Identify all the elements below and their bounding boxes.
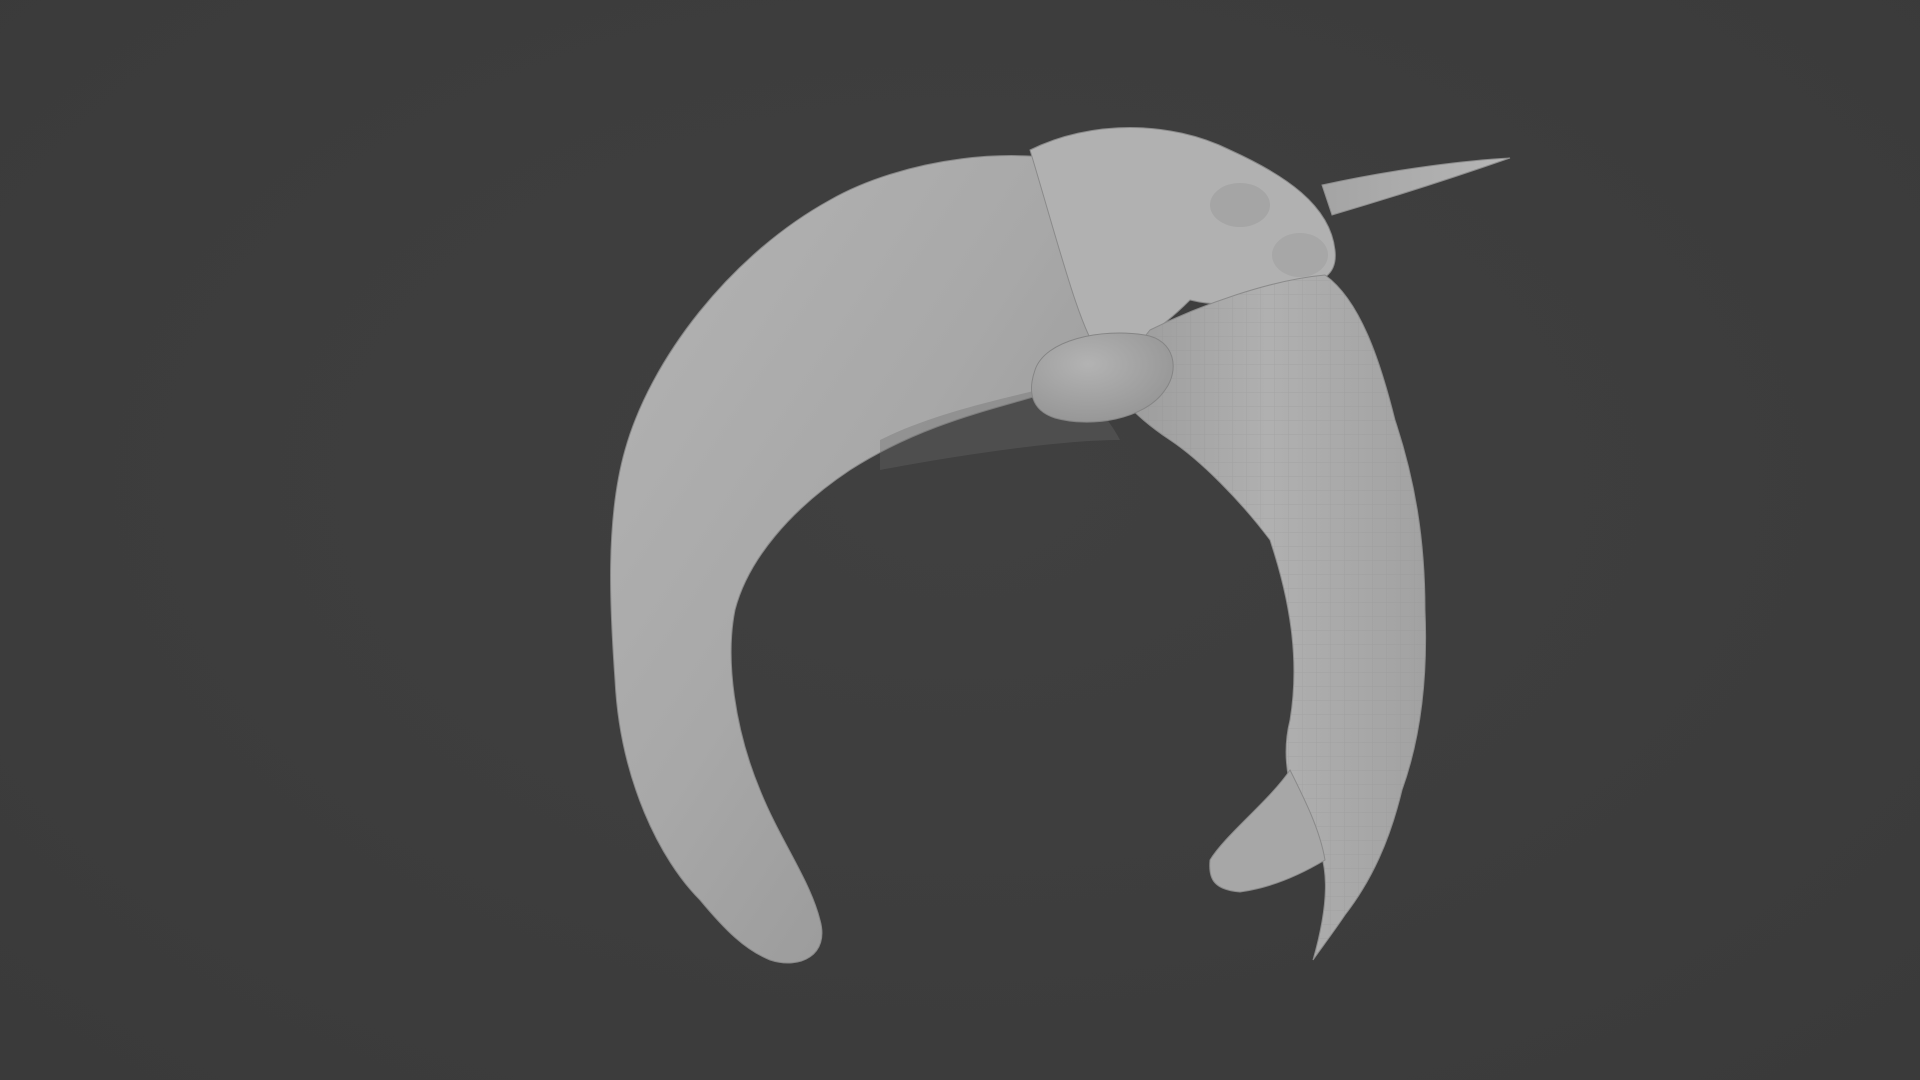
viewport-canvas[interactable] [0, 0, 1920, 1080]
narwhal-mouth-bulge [1272, 233, 1328, 277]
narwhal-body[interactable] [610, 155, 1141, 964]
narwhal-tusk[interactable] [1321, 157, 1511, 216]
narwhal-eye-bump [1210, 183, 1270, 227]
3d-viewport[interactable] [0, 0, 1920, 1080]
